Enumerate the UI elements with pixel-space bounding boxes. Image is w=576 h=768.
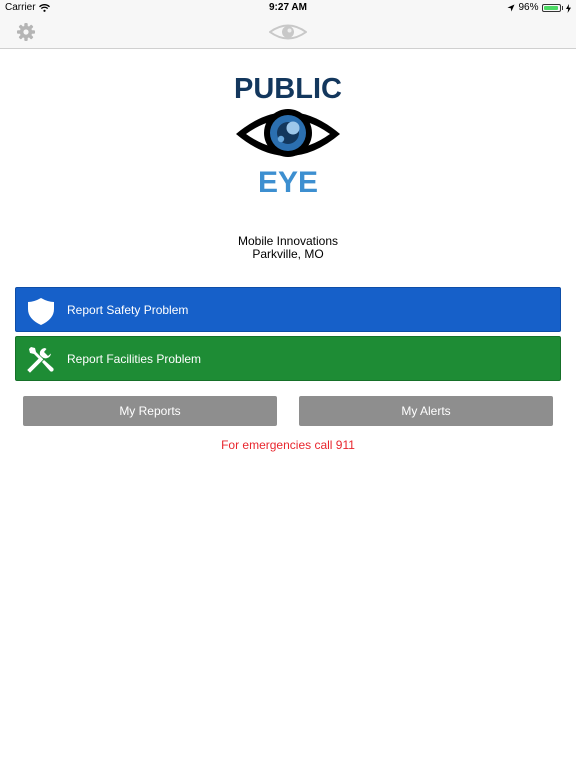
my-alerts-button[interactable]: My Alerts xyxy=(299,396,553,426)
status-bar: Carrier 9:27 AM 96% xyxy=(0,0,576,16)
wrench-screwdriver-icon xyxy=(27,347,54,373)
logo-graphic: PUBLIC EYE xyxy=(234,73,342,199)
eye-icon xyxy=(269,24,307,40)
report-facilities-button[interactable]: Report Facilities Problem xyxy=(15,336,561,381)
report-facilities-label: Report Facilities Problem xyxy=(67,352,202,366)
navigation-bar xyxy=(0,16,576,49)
status-time: 9:27 AM xyxy=(269,2,307,13)
battery-icon xyxy=(541,4,561,12)
charging-bolt-icon xyxy=(566,3,571,13)
location-arrow-icon xyxy=(507,4,515,12)
organization-location: Parkville, MO xyxy=(252,247,324,261)
report-safety-button[interactable]: Report Safety Problem xyxy=(15,287,561,332)
shield-icon xyxy=(28,298,54,325)
logo-word-eye: EYE xyxy=(258,166,318,196)
my-reports-button[interactable]: My Reports xyxy=(23,396,277,426)
battery-level-fill xyxy=(543,6,558,10)
status-right: 96% xyxy=(507,0,571,16)
battery-tip xyxy=(561,6,563,10)
gear-icon[interactable] xyxy=(16,22,36,42)
public-eye-logo: PUBLIC EYE xyxy=(227,72,349,199)
emergency-notice: For emergencies call 911 xyxy=(221,438,355,452)
battery-percent: 96% xyxy=(518,2,539,13)
logo-word-public: PUBLIC xyxy=(234,73,342,105)
report-safety-label: Report Safety Problem xyxy=(67,303,189,317)
